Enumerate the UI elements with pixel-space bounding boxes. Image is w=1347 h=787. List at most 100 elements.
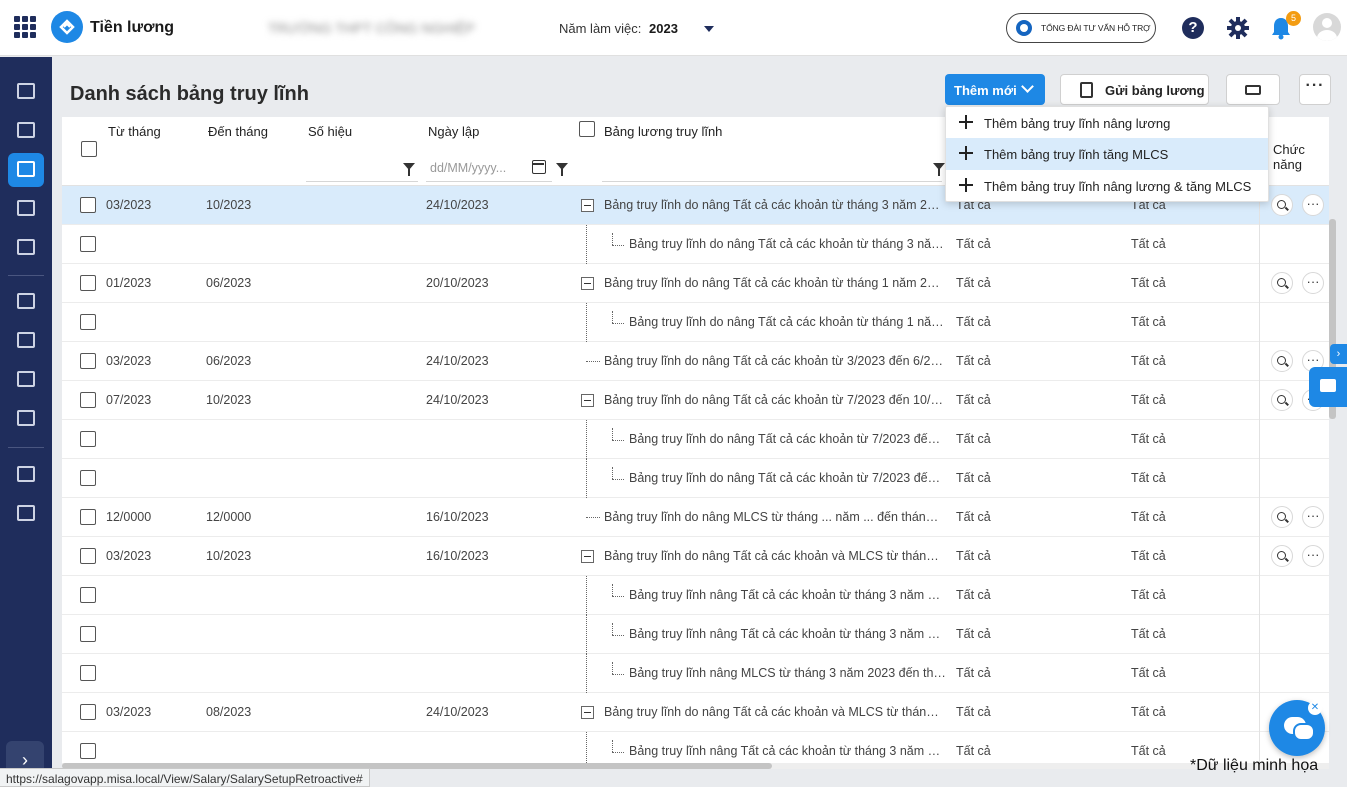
collapse-icon[interactable]: [581, 394, 594, 407]
row-checkbox[interactable]: [80, 704, 96, 720]
table-row[interactable]: 03/2023 06/2023 24/10/2023 Bảng truy lĩn…: [62, 342, 1329, 381]
tree-line: [612, 596, 624, 597]
table-row[interactable]: 03/2023 08/2023 24/10/2023 Bảng truy lĩn…: [62, 693, 1329, 732]
send-payroll-button[interactable]: Gửi bảng lương: [1060, 74, 1209, 105]
file-gear-icon: [17, 371, 35, 387]
sidebar-item-settings-1[interactable]: [8, 363, 44, 397]
row-checkbox[interactable]: [80, 587, 96, 603]
select-all-checkbox[interactable]: [81, 141, 97, 157]
table-row[interactable]: 03/2023 10/2023 16/10/2023 Bảng truy lĩn…: [62, 537, 1329, 576]
filter-icon[interactable]: [403, 163, 415, 176]
row-checkbox[interactable]: [80, 626, 96, 642]
print-button[interactable]: [1226, 74, 1280, 105]
row-checkbox[interactable]: [80, 197, 96, 213]
sidebar-item-payment[interactable]: [8, 192, 44, 226]
tree-line: [612, 674, 624, 675]
scope-2: Tất cả: [1131, 588, 1166, 602]
created-date: 24/10/2023: [426, 393, 489, 407]
table-row[interactable]: 12/0000 12/0000 16/10/2023 Bảng truy lĩn…: [62, 498, 1329, 537]
close-icon[interactable]: ✕: [1308, 701, 1322, 715]
col-from-month[interactable]: Từ tháng: [108, 124, 161, 139]
row-checkbox[interactable]: [80, 743, 96, 759]
feedback-button[interactable]: [1309, 367, 1347, 407]
tree-line: [586, 576, 587, 615]
sidebar-item-payroll[interactable]: [8, 153, 44, 187]
side-panel-toggle[interactable]: ›: [1330, 344, 1347, 364]
tree-line: [612, 323, 624, 324]
sidebar-item-list[interactable]: [8, 285, 44, 319]
app-logo-icon: [51, 11, 83, 43]
help-icon[interactable]: ?: [1182, 17, 1204, 39]
date-filter-line: [426, 181, 552, 182]
add-new-button[interactable]: Thêm mới: [945, 74, 1045, 105]
table-row[interactable]: Bảng truy lĩnh do nâng Tất cả các khoản …: [62, 303, 1329, 342]
sidebar-item-employees[interactable]: [8, 324, 44, 358]
collapse-icon[interactable]: [581, 706, 594, 719]
row-checkbox[interactable]: [80, 548, 96, 564]
sidebar-item-books[interactable]: [8, 458, 44, 492]
bar-chart-icon: [17, 239, 35, 255]
col-retro-name[interactable]: Bảng lương truy lĩnh: [604, 124, 722, 139]
row-checkbox[interactable]: [80, 509, 96, 525]
calendar-icon[interactable]: [532, 160, 546, 174]
document-money-icon: [17, 122, 35, 138]
date-filter-input[interactable]: dd/MM/yyyy...: [430, 161, 506, 175]
row-checkbox[interactable]: [80, 353, 96, 369]
table-row[interactable]: Bảng truy lĩnh nâng MLCS từ tháng 3 năm …: [62, 654, 1329, 693]
to-month: 10/2023: [206, 549, 252, 563]
row-checkbox[interactable]: [80, 665, 96, 681]
sidebar-item-salary-docs[interactable]: [8, 114, 44, 148]
to-month: 10/2023: [206, 393, 252, 407]
avatar[interactable]: [1313, 13, 1341, 41]
app-grid-icon[interactable]: [14, 16, 36, 38]
scope-2: Tất cả: [1131, 237, 1166, 251]
sidebar-item-package[interactable]: [8, 497, 44, 531]
table-row[interactable]: Bảng truy lĩnh do nâng Tất cả các khoản …: [62, 420, 1329, 459]
tree-line: [586, 420, 587, 459]
sidebar-item-dashboard[interactable]: [8, 75, 44, 109]
collapse-icon[interactable]: [581, 550, 594, 563]
collapse-icon[interactable]: [581, 277, 594, 290]
row-checkbox[interactable]: [80, 275, 96, 291]
tree-line: [586, 303, 587, 342]
more-options-button[interactable]: ···: [1299, 74, 1331, 105]
col-to-month[interactable]: Đến tháng: [208, 124, 268, 139]
sidebar-item-reports[interactable]: [8, 231, 44, 265]
col-date[interactable]: Ngày lập: [428, 124, 479, 139]
scope-1: Tất cả: [956, 315, 991, 329]
menu-item-add-raise-and-mlcs[interactable]: Thêm bảng truy lĩnh nâng lương & tăng ML…: [946, 170, 1268, 202]
name-column-checkbox[interactable]: [579, 121, 595, 137]
gear-icon[interactable]: [1226, 16, 1250, 40]
row-checkbox[interactable]: [80, 314, 96, 330]
retro-name: Bảng truy lĩnh do nâng Tất cả các khoản …: [604, 276, 944, 290]
table-row[interactable]: Bảng truy lĩnh nâng Tất cả các khoản từ …: [62, 576, 1329, 615]
number-filter-line: [306, 181, 418, 182]
menu-item-add-mlcs[interactable]: Thêm bảng truy lĩnh tăng MLCS: [946, 138, 1268, 170]
illustration-note: *Dữ liệu minh họa: [1190, 757, 1319, 774]
menu-item-label: Thêm bảng truy lĩnh nâng lương: [984, 116, 1171, 131]
top-bar: Tiền lương TRƯỜNG THPT CÔNG NGHIỆP Năm l…: [0, 0, 1347, 56]
table-row[interactable]: Bảng truy lĩnh nâng Tất cả các khoản từ …: [62, 615, 1329, 654]
table-row[interactable]: 01/2023 06/2023 20/10/2023 Bảng truy lĩn…: [62, 264, 1329, 303]
caret-down-icon[interactable]: [704, 26, 714, 32]
col-number[interactable]: Số hiệu: [308, 124, 352, 139]
row-checkbox[interactable]: [80, 236, 96, 252]
year-label: Năm làm việc:: [559, 21, 642, 36]
menu-item-label: Thêm bảng truy lĩnh tăng MLCS: [984, 147, 1169, 162]
table-row[interactable]: Bảng truy lĩnh do nâng Tất cả các khoản …: [62, 459, 1329, 498]
filter-icon[interactable]: [933, 163, 945, 176]
scope-1: Tất cả: [956, 588, 991, 602]
sidebar-item-settings-2[interactable]: [8, 402, 44, 436]
support-hotline-button[interactable]: TỔNG ĐÀI TƯ VẤN HỖ TRỢ: [1006, 13, 1156, 43]
row-checkbox[interactable]: [80, 392, 96, 408]
year-selector[interactable]: 2023: [649, 21, 678, 36]
table-row[interactable]: Bảng truy lĩnh nâng Tất cả các khoản từ …: [62, 732, 1329, 767]
table-row[interactable]: Bảng truy lĩnh do nâng Tất cả các khoản …: [62, 225, 1329, 264]
menu-item-add-salary-raise[interactable]: Thêm bảng truy lĩnh nâng lương: [946, 107, 1268, 139]
from-month: 03/2023: [106, 198, 152, 212]
collapse-icon[interactable]: [581, 199, 594, 212]
row-checkbox[interactable]: [80, 470, 96, 486]
table-row[interactable]: 07/2023 10/2023 24/10/2023 Bảng truy lĩn…: [62, 381, 1329, 420]
row-checkbox[interactable]: [80, 431, 96, 447]
filter-icon[interactable]: [556, 163, 568, 176]
